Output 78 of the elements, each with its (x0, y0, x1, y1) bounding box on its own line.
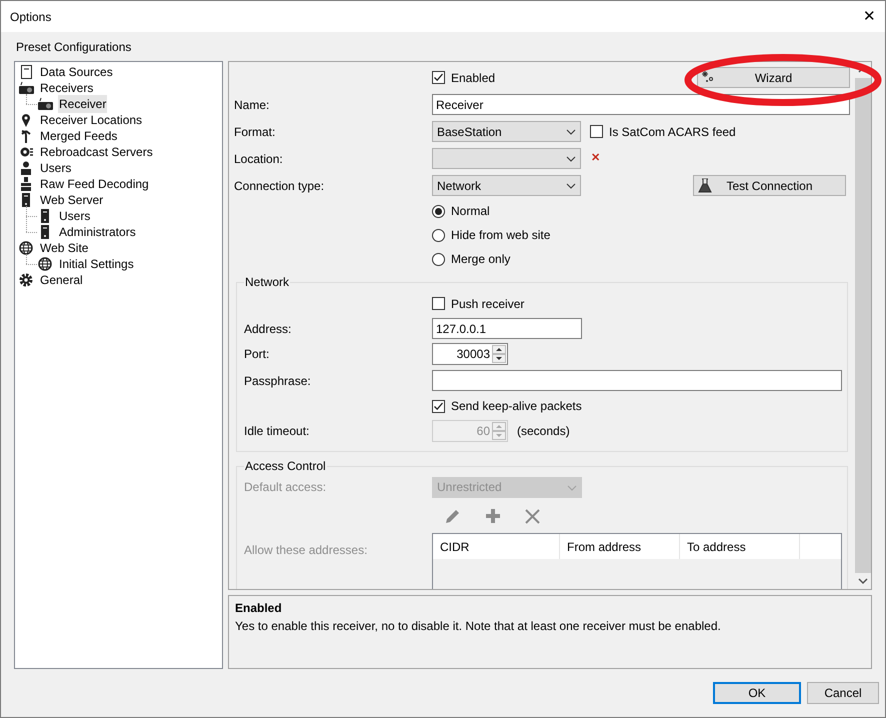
field-label: Passphrase: (244, 374, 311, 388)
field-label: Address: (244, 322, 292, 336)
pencil-icon[interactable] (444, 508, 461, 524)
radio-button[interactable] (432, 228, 445, 242)
column-header[interactable]: To address (680, 534, 800, 559)
window-title: Options (10, 8, 52, 26)
field-label: Name: (234, 98, 270, 112)
dropdown[interactable]: Network (432, 175, 581, 196)
globe-icon (38, 257, 53, 271)
field-label: Allow these addresses: (244, 543, 368, 557)
field-label: Format: (234, 124, 276, 138)
column-header[interactable]: From address (560, 534, 680, 559)
button[interactable]: Wizard (697, 67, 850, 88)
dialog-button[interactable]: Cancel (807, 682, 879, 704)
tree-item[interactable]: Initial Settings (58, 255, 135, 273)
radio-label: Normal (451, 203, 490, 220)
field-label: Location: (234, 152, 283, 166)
radio-label: Hide from web site (451, 227, 550, 244)
tree-item[interactable]: Users (39, 159, 72, 177)
chevron-down-icon (566, 183, 576, 189)
field-label: Default access: (244, 480, 326, 494)
tree-item[interactable]: Receiver (58, 95, 108, 113)
radio-button[interactable] (432, 252, 445, 266)
person-icon (19, 161, 34, 175)
clear-button[interactable]: ✕ (591, 150, 600, 167)
radio-button[interactable] (432, 204, 445, 218)
plus-icon[interactable] (485, 508, 501, 524)
number-spinner[interactable]: 30003 (432, 343, 508, 365)
checkbox-label: Is SatCom ACARS feed (609, 124, 736, 140)
chevron-down-icon (566, 129, 576, 135)
group-title: Network (244, 274, 290, 291)
field-label: Connection type: (234, 178, 324, 192)
flask-icon (698, 178, 712, 193)
tree-item[interactable]: Users (58, 207, 92, 225)
radio-label: Merge only (451, 251, 510, 268)
connector-icon (19, 177, 34, 191)
document-icon (19, 65, 34, 79)
spin-arrows-icon[interactable] (492, 345, 506, 363)
field-label: Idle timeout: (244, 424, 310, 438)
tree-item[interactable]: General (39, 271, 84, 289)
delete-icon[interactable] (525, 508, 540, 524)
section-label: Preset Configurations (16, 38, 132, 56)
description-title: Enabled (235, 600, 283, 616)
gear-arrows-icon (19, 145, 34, 159)
tree-item[interactable]: Receivers (39, 79, 94, 97)
checkbox[interactable] (432, 71, 445, 84)
checkbox[interactable] (590, 125, 603, 138)
radio-icon (19, 81, 34, 95)
globe-icon (19, 241, 34, 255)
tree-item[interactable]: Receiver Locations (39, 111, 144, 129)
column-header[interactable]: CIDR (433, 534, 560, 559)
description-text: Yes to enable this receiver, no to disable it. Note that at least one receiver must be enabled. (235, 618, 722, 636)
tree-item[interactable]: Merged Feeds (39, 127, 118, 145)
close-button[interactable]: ✕ (863, 9, 876, 24)
chevron-down-icon (566, 156, 576, 162)
text-field[interactable]: 127.0.0.1 (432, 318, 582, 339)
chevron-down-icon (567, 484, 577, 490)
text-field[interactable] (432, 370, 842, 391)
button[interactable]: Test Connection (693, 175, 846, 196)
tree-item[interactable]: Administrators (58, 223, 137, 241)
settings-icon (19, 273, 34, 287)
unit-label: (seconds) (517, 422, 570, 440)
tree-item[interactable]: Data Sources (39, 63, 114, 81)
dialog-button[interactable]: OK (713, 682, 801, 704)
checkbox-label: Push receiver (451, 296, 524, 312)
dropdown[interactable]: BaseStation (432, 121, 581, 142)
tree-item[interactable]: Web Site (39, 239, 90, 257)
checkbox[interactable] (432, 400, 445, 412)
checkbox-label: Send keep-alive packets (451, 398, 582, 415)
checkbox[interactable] (432, 297, 445, 310)
radio-icon (38, 97, 53, 111)
tree-item[interactable]: Web Server (39, 191, 104, 209)
sparkle-icon (702, 71, 714, 83)
field-label: Port: (244, 347, 270, 361)
group-title: Access Control (244, 458, 327, 475)
tree-item[interactable]: Raw Feed Decoding (39, 175, 150, 193)
tree-item[interactable]: Rebroadcast Servers (39, 143, 154, 161)
checkbox-label: Enabled (451, 70, 496, 86)
